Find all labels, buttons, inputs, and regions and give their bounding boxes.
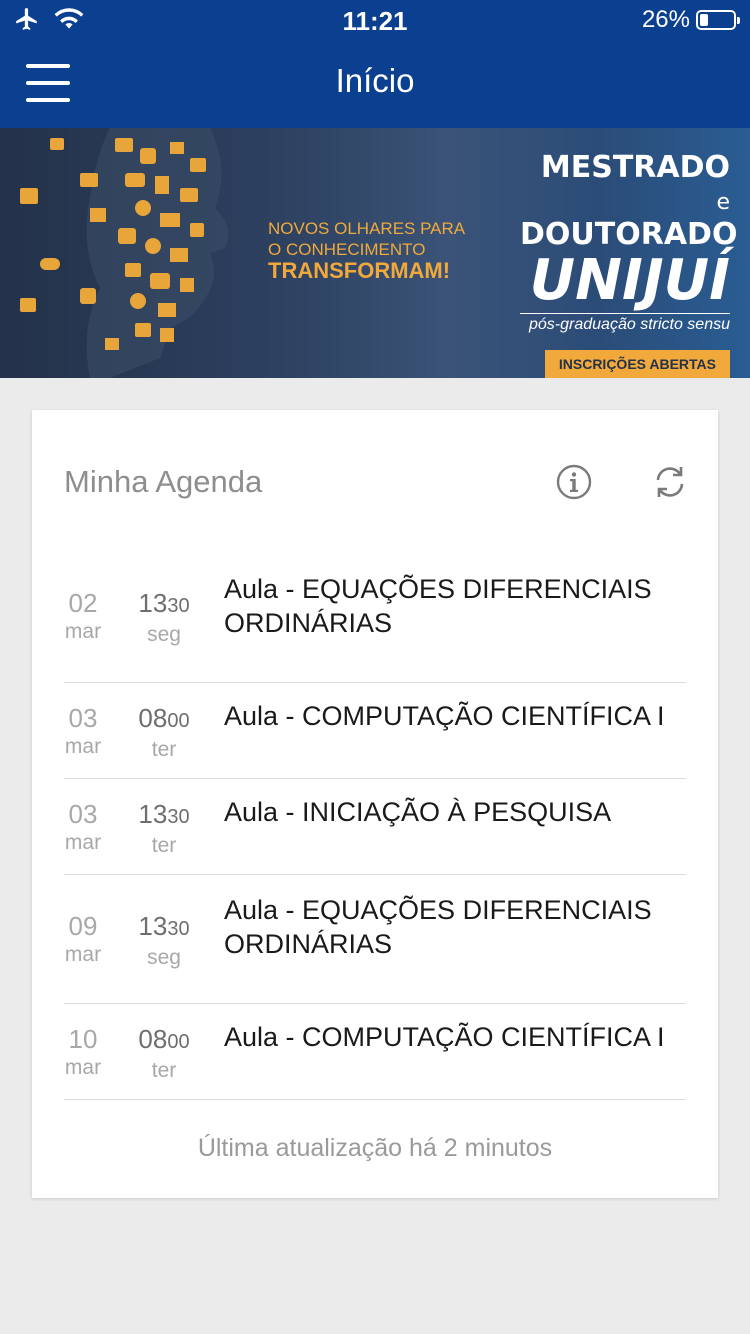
agenda-title: Minha Agenda bbox=[64, 464, 263, 499]
agenda-card: Minha Agenda 02 mar 1330 seg Aula - EQUA… bbox=[32, 410, 718, 1198]
head-silhouette-illustration bbox=[20, 128, 229, 378]
item-month: mar bbox=[64, 1056, 102, 1079]
item-day: 03 bbox=[68, 703, 98, 733]
item-date: 03 mar bbox=[64, 703, 102, 761]
item-time: 1330 seg bbox=[134, 588, 194, 649]
item-day: 03 bbox=[68, 799, 98, 829]
item-date: 10 mar bbox=[64, 1024, 102, 1082]
item-time: 0800 ter bbox=[134, 703, 194, 764]
item-hour-minute: 0800 bbox=[138, 1024, 190, 1054]
top-bar: 11:21 26% Início bbox=[0, 0, 750, 128]
item-title: Aula - EQUAÇÕES DIFERENCIAIS ORDINÁRIAS bbox=[224, 574, 652, 638]
item-date: 09 mar bbox=[64, 911, 102, 969]
battery-percent: 26% bbox=[641, 6, 690, 33]
banner-heading-line-2: DOUTORADO bbox=[520, 217, 738, 252]
item-time: 0800 ter bbox=[134, 1024, 194, 1085]
agenda-item[interactable]: 02 mar 1330 seg Aula - EQUAÇÕES DIFERENC… bbox=[64, 552, 686, 683]
item-title: Aula - COMPUTAÇÃO CIENTÍFICA I bbox=[224, 701, 665, 731]
status-bar: 11:21 26% bbox=[0, 0, 750, 40]
banner-subtitle: pós-graduação stricto sensu bbox=[520, 313, 730, 334]
item-weekday: ter bbox=[151, 834, 177, 857]
item-month: mar bbox=[64, 943, 102, 966]
item-date: 02 mar bbox=[64, 588, 102, 646]
item-title: Aula - COMPUTAÇÃO CIENTÍFICA I bbox=[224, 1022, 665, 1052]
item-title: Aula - EQUAÇÕES DIFERENCIAIS ORDINÁRIAS bbox=[224, 895, 652, 959]
item-weekday: seg bbox=[147, 946, 181, 969]
banner-heading-block: MESTRADO e DOUTORADO UNIJUÍ pós-graduaçã… bbox=[520, 150, 738, 378]
item-time: 1330 ter bbox=[134, 799, 194, 860]
nav-bar: Início bbox=[0, 40, 750, 128]
item-weekday: seg bbox=[147, 623, 181, 646]
tagline-line-1: NOVOS OLHARES PARA bbox=[268, 219, 466, 238]
item-month: mar bbox=[64, 735, 102, 758]
item-weekday: ter bbox=[151, 738, 177, 761]
item-hour-minute: 1330 bbox=[138, 799, 190, 829]
item-hour-minute: 1330 bbox=[138, 911, 190, 941]
banner-cta-button[interactable]: INSCRIÇÕES ABERTAS bbox=[544, 350, 730, 378]
item-day: 02 bbox=[68, 588, 98, 618]
item-title: Aula - INICIAÇÃO À PESQUISA bbox=[224, 797, 612, 827]
last-update-text: Última atualização há 2 minutos bbox=[197, 1134, 553, 1162]
page-title: Início bbox=[335, 62, 415, 99]
banner-heading-line-1: MESTRADO e bbox=[540, 150, 730, 216]
agenda-item[interactable]: 10 mar 0800 ter Aula - COMPUTAÇÃO CIENTÍ… bbox=[64, 1004, 686, 1100]
battery-icon bbox=[696, 10, 740, 30]
info-icon[interactable] bbox=[556, 464, 592, 500]
status-time: 11:21 bbox=[342, 6, 408, 36]
item-day: 10 bbox=[68, 1024, 98, 1054]
status-right: 26% bbox=[641, 6, 740, 34]
item-day: 09 bbox=[68, 911, 98, 941]
tagline-line-2: O CONHECIMENTO bbox=[268, 240, 426, 259]
banner-tagline: NOVOS OLHARES PARA O CONHECIMENTO TRANSF… bbox=[268, 218, 498, 283]
item-month: mar bbox=[64, 620, 102, 643]
item-weekday: ter bbox=[151, 1059, 177, 1082]
item-hour-minute: 0800 bbox=[138, 703, 190, 733]
item-time: 1330 seg bbox=[134, 911, 194, 972]
item-hour-minute: 1330 bbox=[138, 588, 190, 618]
item-month: mar bbox=[64, 831, 102, 854]
agenda-item[interactable]: 03 mar 0800 ter Aula - COMPUTAÇÃO CIENTÍ… bbox=[64, 683, 686, 779]
agenda-item[interactable]: 03 mar 1330 ter Aula - INICIAÇÃO À PESQU… bbox=[64, 779, 686, 875]
battery-level bbox=[700, 14, 708, 26]
item-date: 03 mar bbox=[64, 799, 102, 857]
promo-banner[interactable]: NOVOS OLHARES PARA O CONHECIMENTO TRANSF… bbox=[0, 128, 750, 378]
tagline-strong: TRANSFORMAM! bbox=[268, 258, 451, 283]
refresh-icon[interactable] bbox=[652, 464, 688, 500]
agenda-list: 02 mar 1330 seg Aula - EQUAÇÕES DIFERENC… bbox=[64, 552, 686, 1100]
banner-brand-logo: UNIJUÍ bbox=[529, 248, 730, 313]
agenda-item[interactable]: 09 mar 1330 seg Aula - EQUAÇÕES DIFERENC… bbox=[64, 875, 686, 1004]
